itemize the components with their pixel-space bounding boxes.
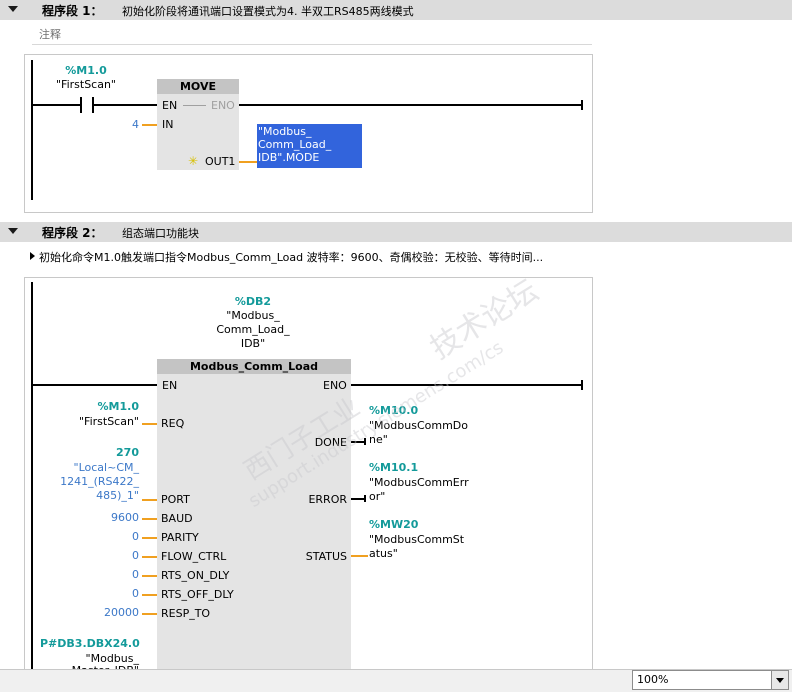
error-tick bbox=[364, 495, 366, 502]
req-value[interactable]: "FirstScan" bbox=[60, 415, 139, 428]
resp-to-wire bbox=[142, 613, 157, 615]
network-2-header[interactable]: 程序段 2： 组态端口功能块 bbox=[0, 222, 792, 242]
network-1-label: 程序段 1： bbox=[42, 4, 103, 18]
out1-pin: OUT1 bbox=[205, 155, 236, 168]
done-line1[interactable]: "ModbusCommDo bbox=[369, 419, 468, 432]
port-address: 270 bbox=[116, 446, 139, 459]
rts-off-dly-value[interactable]: 0 bbox=[80, 587, 139, 600]
status-pin: STATUS bbox=[305, 550, 347, 563]
parity-wire bbox=[142, 537, 157, 539]
done-address: %M10.0 bbox=[369, 404, 419, 417]
expand-arrow-icon[interactable] bbox=[30, 252, 35, 260]
collapse-arrow-icon[interactable] bbox=[8, 228, 18, 234]
power-rail bbox=[31, 282, 33, 670]
port-line1[interactable]: "Local~CM_ bbox=[40, 461, 139, 474]
done-line2[interactable]: ne" bbox=[369, 433, 388, 446]
error-wire bbox=[351, 498, 365, 500]
network-1-comment-text: 注释 bbox=[39, 28, 61, 41]
contact-left-bar[interactable] bbox=[80, 97, 82, 113]
chevron-down-icon bbox=[776, 678, 784, 683]
out1-wire bbox=[239, 161, 257, 163]
status-address: %MW20 bbox=[369, 518, 419, 531]
resp-to-value[interactable]: 20000 bbox=[80, 606, 139, 619]
port-pin: PORT bbox=[161, 493, 190, 506]
in-pin: IN bbox=[162, 118, 174, 131]
network-2-title[interactable]: 组态端口功能块 bbox=[122, 225, 199, 241]
rts-on-dly-value[interactable]: 0 bbox=[80, 568, 139, 581]
move-block[interactable]: MOVE EN ENO IN ✳ OUT1 bbox=[157, 79, 239, 170]
done-tick bbox=[364, 438, 366, 445]
instance-line3: IDB" bbox=[240, 337, 266, 350]
status-wire bbox=[351, 555, 368, 557]
flow-ctrl-value[interactable]: 0 bbox=[80, 549, 139, 562]
req-address: %M1.0 bbox=[97, 400, 139, 413]
network-2-comment-text: 初始化命令M1.0触发端口指令Modbus_Comm_Load 波特率：9600… bbox=[39, 251, 544, 264]
rung-wire-out bbox=[351, 384, 583, 386]
in-wire bbox=[142, 124, 157, 126]
rung-wire bbox=[94, 104, 158, 106]
port-wire bbox=[142, 499, 157, 501]
rung-wire bbox=[32, 384, 157, 386]
out1-operand-line3: IDB".MODE bbox=[258, 151, 320, 164]
en-eno-line bbox=[183, 105, 206, 106]
contact-symbol: "FirstScan" bbox=[55, 78, 116, 91]
port-line2[interactable]: 1241_(RS422_ bbox=[40, 475, 139, 488]
parity-value[interactable]: 0 bbox=[80, 530, 139, 543]
zoom-dropdown-button[interactable] bbox=[771, 671, 788, 689]
baud-value[interactable]: 9600 bbox=[80, 511, 139, 524]
en-pin: EN bbox=[162, 379, 178, 392]
rts-on-dly-wire bbox=[142, 575, 157, 577]
flow-ctrl-wire bbox=[142, 556, 157, 558]
zoom-select[interactable]: 100% bbox=[632, 670, 789, 690]
rung-wire bbox=[32, 104, 80, 106]
parity-pin: PARITY bbox=[161, 531, 199, 544]
status-line2[interactable]: atus" bbox=[369, 547, 398, 560]
status-line1[interactable]: "ModbusCommSt bbox=[369, 533, 464, 546]
port-line3[interactable]: 485)_1" bbox=[40, 489, 139, 502]
power-rail bbox=[31, 60, 33, 200]
star-icon[interactable]: ✳ bbox=[188, 154, 198, 168]
network-1-comment[interactable]: 注释 bbox=[32, 22, 592, 45]
rts-off-dly-pin: RTS_OFF_DLY bbox=[161, 588, 234, 601]
resp-to-pin: RESP_TO bbox=[161, 607, 211, 620]
error-line1[interactable]: "ModbusCommErr bbox=[369, 476, 469, 489]
rung-wire-out bbox=[239, 104, 583, 106]
out1-operand[interactable]: "Modbus_ Comm_Load_ IDB".MODE bbox=[257, 124, 362, 168]
modbus-comm-load-block[interactable]: Modbus_Comm_Load EN ENO REQ PORT BAUD PA… bbox=[157, 359, 351, 671]
instance-address: %DB2 bbox=[234, 295, 272, 308]
contact-address: %M1.0 bbox=[65, 64, 107, 77]
flow-ctrl-pin: FLOW_CTRL bbox=[161, 550, 227, 563]
network-1-title[interactable]: 初始化阶段将通讯端口设置模式为4. 半双工RS485两线模式 bbox=[122, 3, 414, 19]
baud-pin: BAUD bbox=[161, 512, 193, 525]
req-wire bbox=[142, 423, 157, 425]
rts-off-dly-wire bbox=[142, 594, 157, 596]
req-pin: REQ bbox=[161, 417, 185, 430]
network-2-comment[interactable]: 初始化命令M1.0触发端口指令Modbus_Comm_Load 波特率：9600… bbox=[30, 247, 590, 267]
network-1-header[interactable]: 程序段 1： 初始化阶段将通讯端口设置模式为4. 半双工RS485两线模式 bbox=[0, 0, 792, 20]
en-pin: EN bbox=[162, 99, 178, 112]
out1-operand-line1: "Modbus_ bbox=[258, 125, 312, 138]
collapse-arrow-icon[interactable] bbox=[8, 6, 18, 12]
block-title: Modbus_Comm_Load bbox=[157, 359, 351, 374]
error-address: %M10.1 bbox=[369, 461, 419, 474]
out1-operand-line2: Comm_Load_ bbox=[258, 138, 332, 151]
network-2-label: 程序段 2： bbox=[42, 226, 103, 240]
rung-end bbox=[581, 100, 583, 110]
move-block-title: MOVE bbox=[157, 79, 239, 94]
error-line2[interactable]: or" bbox=[369, 490, 385, 503]
in-value[interactable]: 4 bbox=[132, 118, 139, 131]
baud-wire bbox=[142, 518, 157, 520]
done-pin: DONE bbox=[314, 436, 347, 449]
zoom-value: 100% bbox=[637, 673, 669, 686]
rts-on-dly-pin: RTS_ON_DLY bbox=[161, 569, 230, 582]
done-wire bbox=[351, 441, 365, 443]
instance-line1: "Modbus_ bbox=[226, 309, 280, 322]
rung-end bbox=[581, 380, 583, 390]
eno-pin: ENO bbox=[211, 99, 235, 112]
eno-pin: ENO bbox=[323, 379, 347, 392]
error-pin: ERROR bbox=[308, 493, 347, 506]
mb-db-address: P#DB3.DBX24.0 bbox=[40, 637, 140, 650]
instance-line2: Comm_Load_ bbox=[216, 323, 290, 336]
